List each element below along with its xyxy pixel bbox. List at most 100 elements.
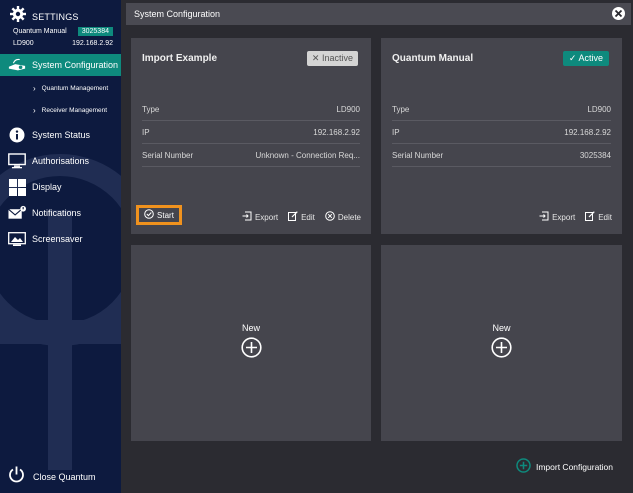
sidebar-item-label: Quantum Management xyxy=(41,84,109,92)
sidebar-item-display[interactable]: Display xyxy=(0,176,121,198)
device-type-row: LD900 192.168.2.92 xyxy=(13,40,113,47)
export-label: Export xyxy=(552,212,576,222)
sidebar-item-screensaver[interactable]: Screensaver xyxy=(0,228,121,250)
info-icon xyxy=(8,126,26,144)
sidebar-item-label: Receiver Management xyxy=(41,106,108,114)
info-row-ip: IP 192.168.2.92 xyxy=(392,122,611,144)
edit-label: Edit xyxy=(598,212,612,222)
row-value: 192.168.2.92 xyxy=(564,128,611,137)
monitor-icon xyxy=(8,152,26,170)
delete-label: Delete xyxy=(337,212,361,222)
check-icon: ✓ xyxy=(568,53,577,63)
display-grid-icon xyxy=(8,178,26,196)
envelope-icon xyxy=(8,204,26,222)
card-title: Import Example xyxy=(142,53,218,64)
import-configuration-button[interactable]: Import Configuration xyxy=(516,458,613,475)
sidebar-item-receiver-management[interactable]: › Receiver Management xyxy=(0,100,121,120)
export-icon xyxy=(242,211,252,223)
close-quantum-label: Close Quantum xyxy=(33,472,96,482)
close-icon[interactable] xyxy=(612,7,625,20)
export-icon xyxy=(539,211,549,223)
sidebar: SETTINGS Quantum Manual 3025384 LD900 19… xyxy=(0,0,121,493)
check-circle-icon xyxy=(144,209,154,221)
edit-icon xyxy=(288,211,298,223)
row-label: Serial Number xyxy=(392,151,444,160)
config-card-quantum-manual: Quantum Manual ✓ Active Type LD900 IP 19… xyxy=(381,38,622,234)
edit-icon xyxy=(585,211,595,223)
card-actions: Export Edit xyxy=(539,211,612,223)
projector-icon xyxy=(8,56,26,74)
settings-label: SETTINGS xyxy=(32,11,79,22)
row-label: IP xyxy=(392,128,400,137)
sidebar-item-quantum-management[interactable]: › Quantum Management xyxy=(0,78,121,98)
new-label: New xyxy=(241,323,260,333)
export-label: Export xyxy=(254,212,279,222)
card-actions: Export Edit xyxy=(242,211,361,223)
gear-icon xyxy=(10,6,26,27)
sidebar-item-label: System Configuration xyxy=(32,60,119,70)
page-title: System Configuration xyxy=(134,9,221,19)
delete-icon xyxy=(325,211,335,223)
title-bar: System Configuration xyxy=(126,3,631,25)
edit-button[interactable]: Edit xyxy=(288,211,315,223)
info-row-serial-number: Serial Number Unknown - Connection Req..… xyxy=(142,145,360,167)
info-row-ip: IP 192.168.2.92 xyxy=(142,122,360,144)
app-window: SETTINGS Quantum Manual 3025384 LD900 19… xyxy=(0,0,633,493)
export-button[interactable]: Export xyxy=(539,211,575,223)
row-value: LD900 xyxy=(587,105,611,114)
device-info-row: Quantum Manual 3025384 xyxy=(13,27,113,36)
device-ip: 192.168.2.92 xyxy=(72,40,113,47)
plus-circle-icon xyxy=(240,337,262,363)
x-icon: ✕ xyxy=(311,53,320,63)
row-label: Serial Number xyxy=(142,151,194,160)
status-label: Active xyxy=(578,53,603,63)
row-value: 3025384 xyxy=(579,151,611,160)
sidebar-item-authorisations[interactable]: Authorisations xyxy=(0,150,121,172)
power-icon xyxy=(8,466,25,488)
device-serial-badge: 3025384 xyxy=(77,27,113,36)
chevron-right-icon: › xyxy=(33,83,36,93)
config-card-import-example: Import Example ✕ Inactive Type LD900 IP … xyxy=(131,38,371,234)
info-row-serial-number: Serial Number 3025384 xyxy=(392,145,611,167)
sidebar-item-label: Screensaver xyxy=(32,234,83,244)
chevron-right-icon: › xyxy=(33,105,36,115)
row-value: 192.168.2.92 xyxy=(313,128,360,137)
sidebar-item-label: System Status xyxy=(32,130,91,140)
plus-circle-icon xyxy=(516,458,531,475)
status-badge-inactive[interactable]: ✕ Inactive xyxy=(306,51,358,66)
device-type: LD900 xyxy=(13,40,34,47)
sidebar-item-label: Authorisations xyxy=(32,156,90,166)
status-label: Inactive xyxy=(321,53,353,63)
start-label: Start xyxy=(157,210,174,220)
close-quantum-button[interactable]: Close Quantum xyxy=(8,466,96,488)
plus-circle-icon xyxy=(491,337,512,363)
sidebar-background-logo xyxy=(0,154,121,470)
new-config-card[interactable]: New xyxy=(381,245,622,441)
sidebar-item-label: Notifications xyxy=(32,208,82,218)
info-row-type: Type LD900 xyxy=(392,99,611,121)
sidebar-item-label: Display xyxy=(32,182,62,192)
row-label: Type xyxy=(392,105,410,114)
device-name: Quantum Manual xyxy=(13,28,67,35)
status-badge-active[interactable]: ✓ Active xyxy=(562,51,609,66)
new-config-card[interactable]: New xyxy=(131,245,371,441)
row-value: LD900 xyxy=(336,105,360,114)
import-configuration-label: Import Configuration xyxy=(535,461,613,472)
edit-button[interactable]: Edit xyxy=(585,211,612,223)
screensaver-icon xyxy=(8,230,26,248)
edit-label: Edit xyxy=(301,212,315,222)
sidebar-item-system-status[interactable]: System Status xyxy=(0,124,121,146)
export-button[interactable]: Export xyxy=(242,211,278,223)
start-button[interactable]: Start xyxy=(136,205,182,225)
card-title: Quantum Manual xyxy=(392,53,474,64)
row-label: Type xyxy=(142,105,160,114)
delete-button[interactable]: Delete xyxy=(325,211,361,223)
sidebar-item-system-configuration[interactable]: System Configuration xyxy=(0,54,121,76)
row-label: IP xyxy=(142,128,150,137)
info-row-type: Type LD900 xyxy=(142,99,360,121)
sidebar-item-notifications[interactable]: Notifications xyxy=(0,202,121,224)
row-value: Unknown - Connection Req... xyxy=(255,151,361,160)
new-label: New xyxy=(492,323,511,333)
settings-header: SETTINGS xyxy=(10,6,79,27)
main-content: Import Example ✕ Inactive Type LD900 IP … xyxy=(126,25,631,491)
